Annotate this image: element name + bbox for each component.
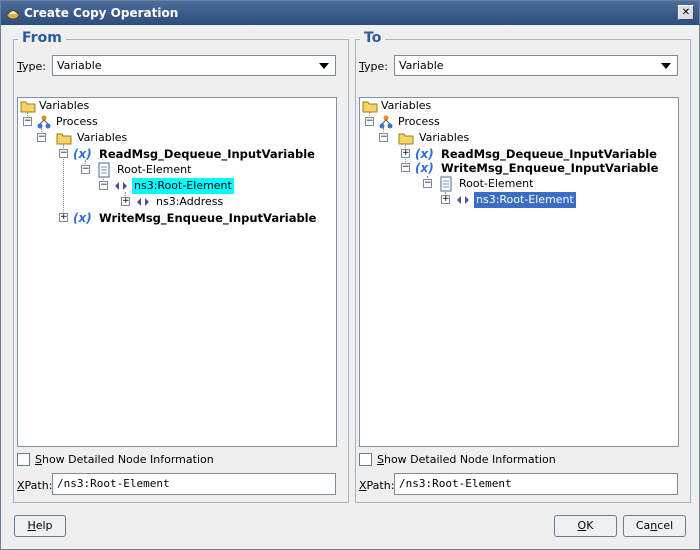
folder-icon bbox=[362, 101, 378, 113]
help-label: elp bbox=[35, 519, 53, 532]
tree-label: WriteMsg_Enqueue_InputVariable bbox=[99, 211, 317, 225]
collapse-toggle[interactable]: − bbox=[365, 117, 374, 126]
collapse-toggle[interactable]: − bbox=[81, 165, 90, 174]
collapse-toggle[interactable]: − bbox=[99, 181, 108, 190]
tree-label: ns3:Root-Element bbox=[132, 178, 234, 194]
chevron-down-icon bbox=[661, 63, 671, 69]
to-show-detail-label: Show Detailed Node Information bbox=[377, 453, 556, 467]
from-type-label: Type: bbox=[17, 60, 46, 73]
tree-label: WriteMsg_Enqueue_InputVariable bbox=[441, 161, 659, 175]
title-bar: Create Copy Operation ✕ bbox=[1, 1, 699, 25]
from-show-detail-mnemonic: S bbox=[35, 453, 42, 466]
tree-label: ns3:Address bbox=[156, 195, 224, 208]
expand-toggle[interactable]: + bbox=[59, 213, 68, 222]
to-show-detail-mnemonic: S bbox=[377, 453, 384, 466]
tree-label: Process bbox=[56, 115, 98, 128]
from-xpath-label-text: Path: bbox=[24, 479, 53, 492]
to-xpath-label: XPath: bbox=[359, 479, 394, 492]
document-icon bbox=[98, 162, 110, 178]
from-xpath-label: XPath: bbox=[17, 479, 52, 492]
close-icon[interactable]: ✕ bbox=[678, 5, 694, 20]
to-xpath-label-text: Path: bbox=[366, 479, 395, 492]
from-xpath-mnemonic: X bbox=[17, 479, 25, 492]
to-show-detail-checkbox[interactable] bbox=[359, 453, 372, 466]
cancel-prefix: Ca bbox=[635, 519, 651, 532]
to-xpath-mnemonic: X bbox=[359, 479, 367, 492]
process-icon bbox=[37, 115, 51, 129]
collapse-toggle[interactable]: − bbox=[379, 133, 388, 142]
to-type-label: Type: bbox=[359, 60, 388, 73]
tree-label: Variables bbox=[419, 131, 470, 144]
element-icon bbox=[457, 196, 469, 204]
from-type-select[interactable]: Variable bbox=[52, 55, 336, 76]
cancel-suffix: cel bbox=[657, 519, 674, 532]
collapse-toggle[interactable]: − bbox=[23, 117, 32, 126]
collapse-toggle[interactable]: − bbox=[59, 149, 68, 158]
tree-label: Variables bbox=[381, 99, 432, 112]
to-panel: To Type: Variable Variables − Process − bbox=[355, 30, 691, 503]
tree-label: Variables bbox=[39, 99, 90, 112]
tree-label: Root-Element bbox=[459, 177, 534, 190]
help-button[interactable]: Help bbox=[14, 515, 66, 537]
tree-label: Variables bbox=[77, 131, 128, 144]
tree-label: ReadMsg_Dequeue_InputVariable bbox=[99, 147, 315, 161]
from-type-label-text: ype: bbox=[22, 60, 46, 73]
to-legend: To bbox=[360, 30, 386, 46]
element-icon bbox=[137, 198, 149, 206]
expand-toggle[interactable]: + bbox=[121, 197, 130, 206]
from-panel: From Type: Variable Variables − Process bbox=[13, 30, 349, 503]
expand-toggle[interactable]: + bbox=[441, 195, 450, 204]
window-title: Create Copy Operation bbox=[24, 6, 179, 20]
to-type-value: Variable bbox=[399, 59, 444, 72]
ok-label: K bbox=[586, 519, 594, 532]
help-mnemonic: H bbox=[27, 519, 36, 532]
folder-icon bbox=[398, 133, 414, 145]
expand-toggle[interactable]: + bbox=[401, 149, 410, 158]
variable-icon: (x) bbox=[415, 161, 434, 175]
from-show-detail-text: how Detailed Node Information bbox=[41, 453, 214, 466]
folder-icon bbox=[56, 133, 72, 145]
from-show-detail-checkbox[interactable] bbox=[17, 453, 30, 466]
from-xpath-input[interactable]: /ns3:Root-Element bbox=[52, 473, 336, 495]
document-icon bbox=[440, 176, 452, 192]
tree-label: ns3:Root-Element bbox=[474, 192, 576, 208]
ok-button[interactable]: OK bbox=[554, 515, 617, 537]
ok-mnemonic: O bbox=[577, 519, 587, 532]
collapse-toggle[interactable]: − bbox=[37, 133, 46, 142]
variable-icon: (x) bbox=[73, 211, 92, 225]
from-type-value: Variable bbox=[57, 59, 102, 72]
from-show-detail-label: Show Detailed Node Information bbox=[35, 453, 214, 467]
to-type-label-text: ype: bbox=[364, 60, 388, 73]
to-show-detail-text: how Detailed Node Information bbox=[383, 453, 556, 466]
cancel-button[interactable]: Cancel bbox=[623, 515, 686, 537]
from-tree[interactable]: Variables − Process − Variables − (x) Re… bbox=[17, 97, 337, 447]
to-type-select[interactable]: Variable bbox=[394, 55, 678, 76]
to-tree[interactable]: Variables − Process − Variables + (x) Re… bbox=[359, 97, 679, 447]
element-icon bbox=[115, 182, 127, 190]
process-icon bbox=[379, 115, 393, 129]
chevron-down-icon bbox=[319, 63, 329, 69]
from-legend: From bbox=[18, 30, 66, 46]
variable-icon: (x) bbox=[73, 147, 92, 161]
collapse-toggle[interactable]: − bbox=[401, 163, 410, 172]
folder-icon bbox=[20, 101, 36, 113]
tree-label: Root-Element bbox=[117, 163, 192, 176]
to-xpath-input[interactable]: /ns3:Root-Element bbox=[394, 473, 678, 495]
collapse-toggle[interactable]: − bbox=[423, 179, 432, 188]
create-copy-dialog: Create Copy Operation ✕ From Type: Varia… bbox=[0, 0, 700, 550]
app-icon bbox=[6, 10, 20, 20]
tree-label: Process bbox=[398, 115, 440, 128]
